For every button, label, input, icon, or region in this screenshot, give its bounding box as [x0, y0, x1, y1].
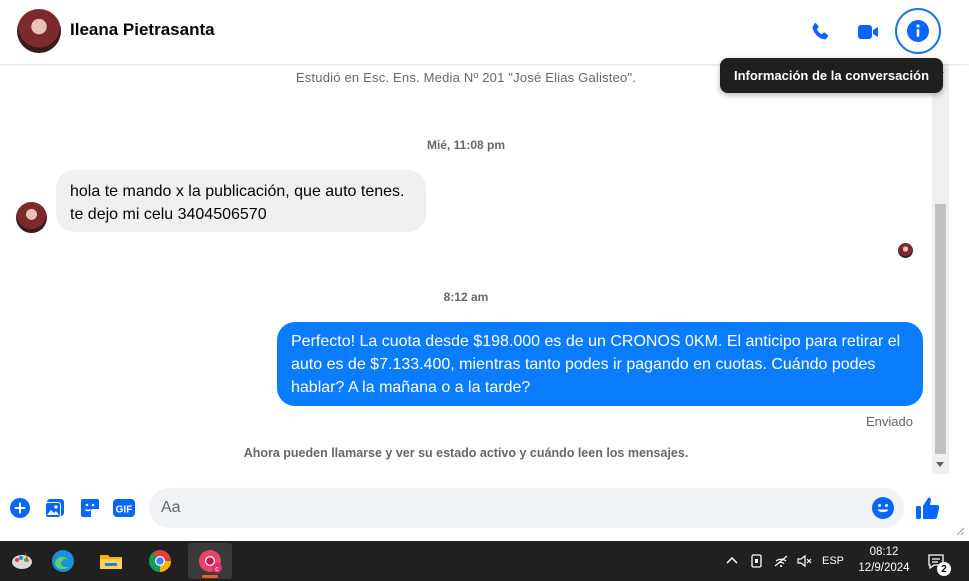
- attach-image-button[interactable]: [43, 496, 67, 520]
- edge-browser-icon: [52, 550, 74, 572]
- folder-icon: [100, 555, 122, 569]
- sender-avatar[interactable]: [16, 202, 47, 233]
- video-call-button[interactable]: [851, 15, 885, 49]
- notification-count-badge: 2: [937, 562, 951, 576]
- more-actions-button[interactable]: [8, 496, 32, 520]
- message-line: te dejo mi celu 3404506570: [70, 206, 267, 223]
- sticker-icon: [81, 499, 99, 517]
- taskbar-app-file-explorer[interactable]: [89, 543, 133, 579]
- gif-icon: GIF: [113, 499, 135, 517]
- sticker-button[interactable]: [78, 496, 102, 520]
- clock-time: 08:12: [869, 546, 899, 558]
- taskbar-app-edge[interactable]: [41, 543, 85, 579]
- svg-text:c: c: [215, 566, 219, 573]
- wifi-icon: [774, 555, 788, 567]
- incoming-message[interactable]: hola te mando x la publicación, que auto…: [56, 170, 426, 232]
- conversation-header: Ileana Pietrasanta: [0, 0, 969, 64]
- message-input[interactable]: [161, 488, 861, 528]
- taskbar-clock[interactable]: 08:12 12/9/2024: [852, 544, 916, 576]
- image-icon: [45, 499, 64, 518]
- conversation-info-button[interactable]: [895, 8, 941, 54]
- conversation-info-tooltip: Información de la conversación: [720, 58, 943, 93]
- scroll-thumb[interactable]: [935, 204, 946, 454]
- message-status: Enviado: [866, 414, 913, 429]
- device-icon: [751, 554, 762, 568]
- volume-button[interactable]: [794, 541, 814, 581]
- scroll-down-arrow-icon[interactable]: [936, 462, 944, 467]
- input-language-button[interactable]: ESP: [818, 541, 848, 581]
- message-scrollbar[interactable]: [932, 64, 949, 474]
- message-list: Estudió en Esc. Ens. Media Nº 201 "José …: [0, 64, 932, 474]
- show-hidden-icons-button[interactable]: [722, 541, 742, 581]
- paint-palette-icon: [12, 551, 32, 569]
- messenger-window: Ileana Pietrasanta Información de la con…: [0, 0, 969, 541]
- read-receipt-avatar: [898, 243, 913, 258]
- plus-circle-icon: [10, 498, 30, 518]
- resize-grip-icon[interactable]: [955, 526, 965, 536]
- taskbar-app-chrome-profile[interactable]: c: [188, 543, 232, 579]
- speaker-muted-icon: [797, 554, 812, 568]
- active-app-indicator: [202, 575, 218, 578]
- thumbs-up-icon: [916, 497, 940, 519]
- chrome-icon: [148, 550, 171, 572]
- voice-call-button[interactable]: [803, 15, 837, 49]
- taskbar-app-chrome[interactable]: [138, 543, 182, 579]
- contact-name[interactable]: Ileana Pietrasanta: [70, 20, 215, 40]
- message-composer: GIF: [0, 474, 969, 541]
- phone-icon: [812, 23, 828, 40]
- chevron-up-icon: [726, 556, 738, 564]
- send-like-button[interactable]: [914, 494, 942, 522]
- network-button[interactable]: [771, 541, 791, 581]
- chrome-profile-icon: c: [199, 550, 222, 573]
- privacy-notice: Ahora pueden llamarse y ver su estado ac…: [243, 446, 689, 460]
- emoji-button[interactable]: [871, 496, 895, 520]
- clock-date: 12/9/2024: [858, 562, 910, 574]
- taskbar-app-paint[interactable]: [0, 543, 44, 579]
- device-tray-button[interactable]: [747, 541, 767, 581]
- video-camera-icon: [858, 25, 878, 39]
- contact-avatar[interactable]: [17, 9, 61, 53]
- message-line: hola te mando x la publicación, que auto…: [70, 183, 405, 200]
- windows-taskbar: c ESP 08:12 12/9/2024 2: [0, 541, 969, 581]
- svg-text:GIF: GIF: [116, 505, 133, 516]
- timestamp: 8:12 am: [443, 290, 489, 304]
- timestamp: Mié, 11:08 pm: [426, 138, 506, 152]
- outgoing-message[interactable]: Perfecto! La cuota desde $198.000 es de …: [277, 322, 923, 406]
- info-icon: [907, 20, 929, 42]
- emoji-icon: [872, 497, 894, 519]
- gif-button[interactable]: GIF: [112, 496, 136, 520]
- message-input-wrapper: [149, 488, 904, 528]
